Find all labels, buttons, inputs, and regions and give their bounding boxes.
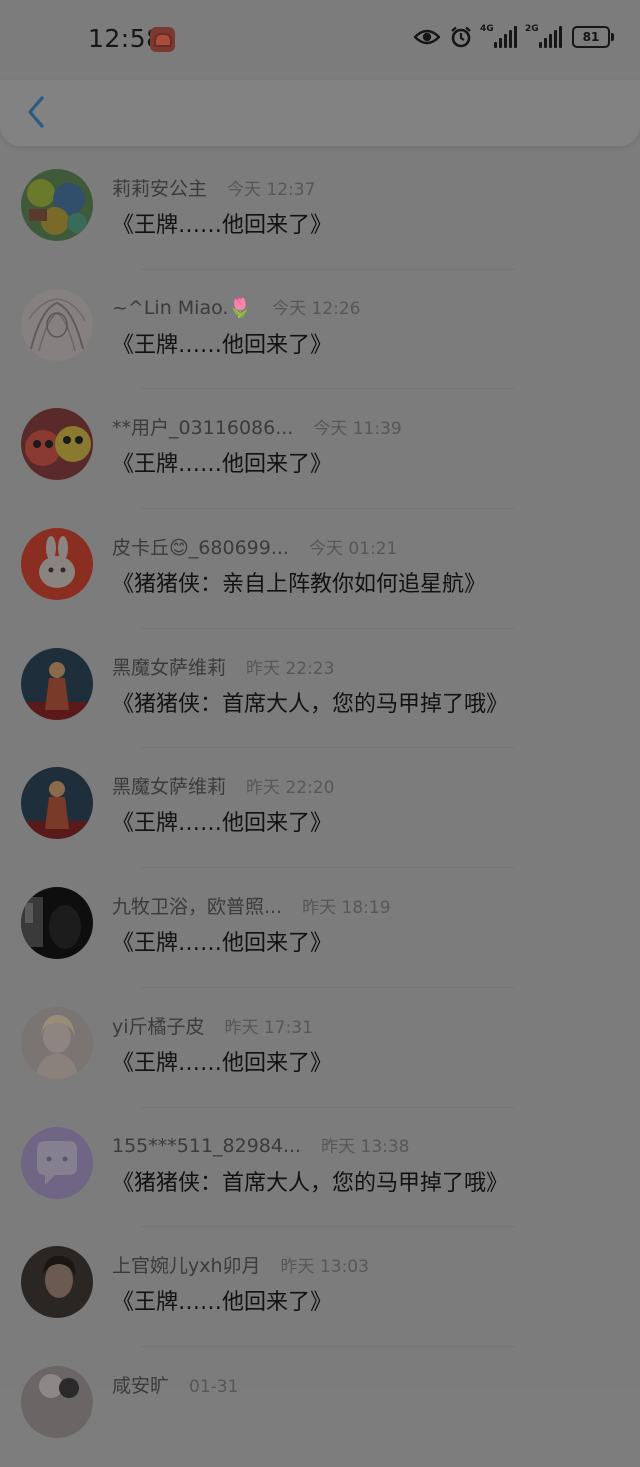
comment-item[interactable]: ~^Lin Miao.🌷 今天 12:26 《王牌……他回来了》 (0, 270, 640, 390)
username[interactable]: 皮卡丘😊_680699... (112, 533, 289, 560)
top-nav-bar (0, 80, 640, 146)
avatar[interactable] (21, 647, 93, 720)
comment-title[interactable]: 《王牌……他回来了》 (112, 925, 332, 957)
comment-time: 昨天 22:20 (246, 778, 335, 799)
comment-item[interactable]: 黑魔女萨维莉 昨天 22:23 《猪猪侠：首席大人，您的马甲掉了哦》 (0, 629, 640, 749)
avatar[interactable] (21, 169, 93, 241)
signal-2g-label: 2G (525, 24, 539, 34)
username[interactable]: **用户_03116086... (112, 413, 293, 440)
username[interactable]: 咸安旷 (112, 1371, 169, 1398)
comment-time: 今天 12:26 (272, 298, 361, 319)
comment-item[interactable]: 九牧卫浴，欧普照... 昨天 18:19 《王牌……他回来了》 (0, 868, 640, 988)
comment-time: 昨天 22:23 (246, 658, 335, 679)
avatar[interactable] (21, 288, 93, 361)
username[interactable]: 九牧卫浴，欧普照... (112, 892, 282, 919)
status-bar: 12:58 4G 2G 81 (0, 0, 640, 80)
comment-item[interactable]: yi斤橘子皮 昨天 17:31 《王牌……他回来了》 (0, 988, 640, 1108)
comment-time: 昨天 18:19 (302, 898, 391, 919)
username[interactable]: yi斤橘子皮 (112, 1012, 205, 1039)
comment-item[interactable]: 黑魔女萨维莉 昨天 22:20 《王牌……他回来了》 (0, 748, 640, 869)
signal-4g-label: 4G (480, 24, 494, 34)
username[interactable]: 上官婉儿yxh卯月 (112, 1251, 261, 1278)
username[interactable]: 黑魔女萨维莉 (112, 772, 226, 799)
comment-title[interactable]: 《王牌……他回来了》 (112, 207, 332, 239)
comment-title[interactable]: 《王牌……他回来了》 (112, 1045, 332, 1077)
username[interactable]: 黑魔女萨维莉 (112, 653, 226, 680)
comment-list-screen: 12:58 4G 2G 81 莉莉安公主 今天 12:37 《王牌……他回来了》… (0, 0, 640, 1438)
comment-item[interactable]: 155***511_82984... 昨天 13:38 《猪猪侠：首席大人，您的… (0, 1108, 640, 1228)
comment-time: 今天 12:37 (227, 180, 316, 200)
avatar[interactable] (21, 528, 93, 601)
avatar[interactable] (21, 1246, 93, 1319)
signal-4g-icon: 4G (480, 24, 517, 48)
comment-list: 莉莉安公主 今天 12:37 《王牌……他回来了》 ~^Lin Miao.🌷 今… (0, 150, 640, 1467)
username[interactable]: 莉莉安公主 (112, 174, 207, 201)
comment-time: 昨天 13:38 (321, 1136, 410, 1157)
comment-item[interactable]: 莉莉安公主 今天 12:37 《王牌……他回来了》 (0, 150, 640, 270)
comment-item[interactable]: 上官婉儿yxh卯月 昨天 13:03 《王牌……他回来了》 (0, 1227, 640, 1347)
eye-icon (414, 28, 440, 46)
comment-title[interactable]: 《猪猪侠：首席大人，您的马甲掉了哦》 (112, 1165, 508, 1197)
chevron-left-icon (28, 96, 44, 128)
comment-title[interactable]: 《王牌……他回来了》 (112, 446, 332, 478)
comment-time: 今天 01:21 (308, 539, 398, 560)
comment-time: 昨天 13:03 (280, 1257, 369, 1278)
comment-item[interactable]: 咸安旷 01-31 (0, 1347, 640, 1467)
avatar[interactable] (21, 1126, 93, 1199)
comment-time: 今天 11:39 (313, 419, 402, 440)
comment-title[interactable]: 《猪猪侠：首席大人，您的马甲掉了哦》 (112, 686, 508, 718)
avatar[interactable] (21, 1365, 93, 1438)
avatar[interactable] (21, 408, 93, 481)
app-notification-icon (150, 27, 175, 52)
signal-2g-icon: 2G (525, 24, 562, 48)
comment-title[interactable]: 《王牌……他回来了》 (112, 327, 332, 359)
status-icons: 4G 2G 81 (414, 24, 614, 48)
back-button[interactable] (18, 92, 54, 132)
username[interactable]: 155***511_82984... (112, 1135, 301, 1157)
comment-title[interactable]: 《王牌……他回来了》 (112, 1284, 332, 1316)
comment-title[interactable]: 《猪猪侠：亲自上阵教你如何追星航》 (112, 566, 486, 598)
avatar[interactable] (21, 1006, 93, 1079)
alarm-icon (450, 26, 472, 48)
battery-icon: 81 (572, 26, 614, 48)
comment-item[interactable]: 皮卡丘😊_680699... 今天 01:21 《猪猪侠：亲自上阵教你如何追星航… (0, 509, 640, 629)
avatar[interactable] (21, 887, 93, 960)
comment-item[interactable]: **用户_03116086... 今天 11:39 《王牌……他回来了》 (0, 389, 640, 510)
comment-time: 昨天 17:31 (224, 1017, 313, 1038)
username[interactable]: ~^Lin Miao.🌷 (112, 296, 252, 319)
comment-title[interactable]: 《王牌……他回来了》 (112, 805, 332, 837)
avatar[interactable] (21, 767, 93, 840)
